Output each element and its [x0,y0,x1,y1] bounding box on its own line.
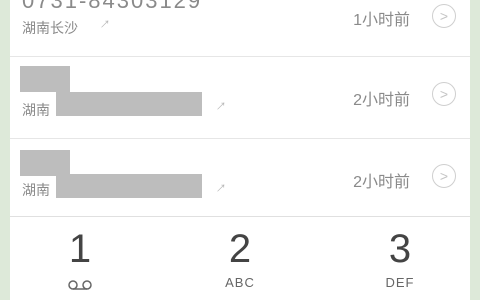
redacted-number-block [20,150,70,176]
caller-location: 湖南长沙 [22,20,78,36]
voicemail-icon [68,280,92,290]
call-details-icon[interactable]: > [432,4,456,28]
dialpad: 1 2 ABC 3 DEF [10,216,470,300]
key-digit: 1 [68,227,92,271]
dialpad-key-1[interactable]: 1 [10,217,150,300]
call-details-icon[interactable]: > [432,164,456,188]
call-time: 2小时前 [353,92,410,109]
call-time: 2小时前 [353,174,410,191]
phone-number: 0731-84303129 [22,0,203,13]
call-log-entry-3[interactable]: 湖南 → 2小时前 > [10,138,470,221]
outgoing-call-arrow-icon: → [207,174,232,199]
call-log-entry-1[interactable]: 0731-84303129 湖南长沙 → 1小时前 > [10,0,470,57]
redacted-number-block [56,92,202,116]
key-digit: 2 [228,227,252,271]
call-details-icon[interactable]: > [432,82,456,106]
dialpad-key-3[interactable]: 3 DEF [330,217,470,300]
caller-location: 湖南 [22,100,50,120]
redacted-number-block [56,174,202,198]
call-log-entry-2[interactable]: 湖南 → 2小时前 > [10,56,470,139]
phone-screen: 0731-84303129 湖南长沙 → 1小时前 > 湖南 → 2小时前 > … [10,0,470,300]
outgoing-call-arrow-icon: → [91,10,116,35]
redacted-number-block [20,66,70,92]
key-letters: ABC [225,275,255,290]
key-digit: 3 [388,227,412,271]
outgoing-call-arrow-icon: → [207,92,232,117]
caller-location: 湖南 [22,180,50,200]
key-letters: DEF [385,275,415,290]
call-time: 1小时前 [353,12,410,29]
dialpad-key-2[interactable]: 2 ABC [170,217,310,300]
